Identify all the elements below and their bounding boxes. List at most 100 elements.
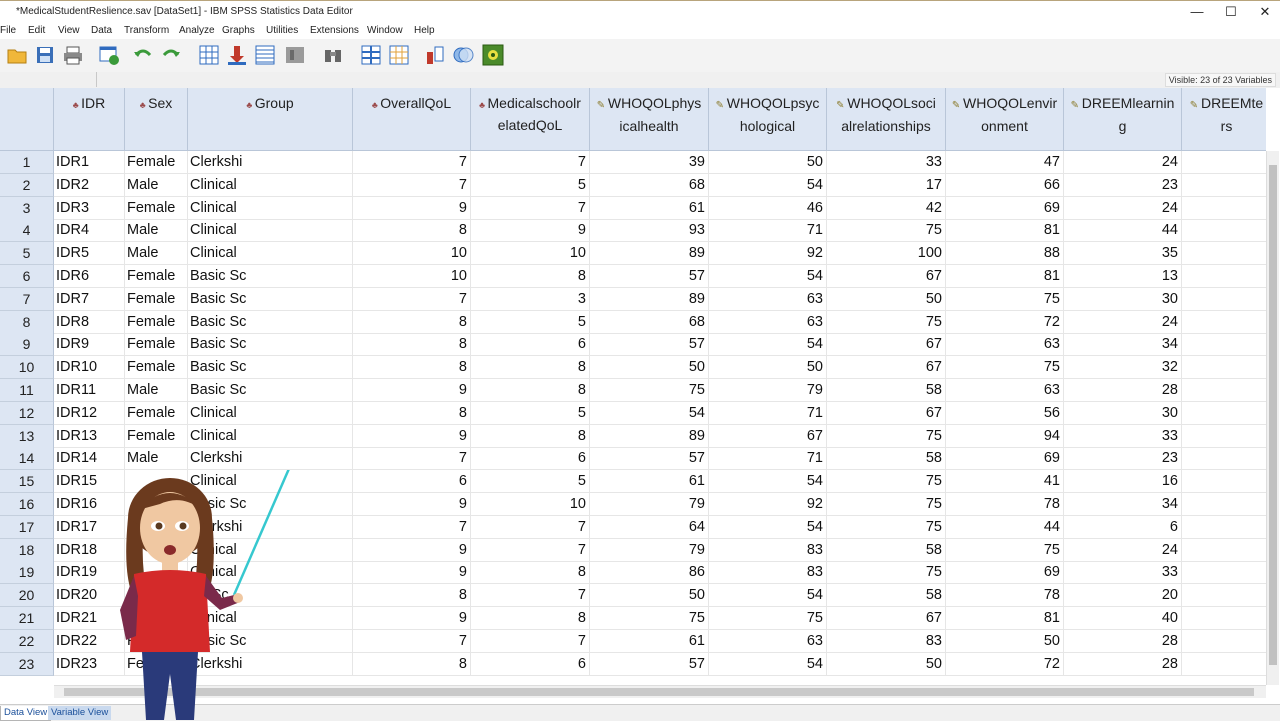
table-cell[interactable]: 67 <box>827 265 946 288</box>
table-cell[interactable]: 33 <box>827 151 946 174</box>
column-header-whoqolpsychological[interactable]: ✎ WHOQOLpsyc hological <box>709 88 827 151</box>
table-cell[interactable]: Female <box>125 287 188 311</box>
table-cell[interactable]: 100 <box>827 242 946 266</box>
table-cell[interactable]: Male <box>125 173 188 197</box>
table-cell[interactable]: 30 <box>1064 287 1182 311</box>
table-cell[interactable]: 40 <box>1064 607 1182 630</box>
table-cell[interactable]: 75 <box>827 493 946 516</box>
table-cell[interactable]: 5 <box>471 401 590 425</box>
table-cell[interactable]: 39 <box>590 151 709 174</box>
table-cell[interactable]: 7 <box>471 196 590 220</box>
table-cell[interactable]: 79 <box>590 493 709 516</box>
menu-help[interactable]: Help <box>414 25 435 36</box>
table-cell[interactable]: IDR17 <box>54 515 125 539</box>
table-cell[interactable]: 28 <box>1064 379 1182 402</box>
table-cell[interactable]: Male <box>125 447 188 471</box>
table-cell[interactable]: 75 <box>827 515 946 539</box>
table-cell[interactable]: 63 <box>946 379 1064 402</box>
table-cell[interactable]: 50 <box>709 151 827 174</box>
table-cell[interactable]: 75 <box>827 424 946 448</box>
table-cell[interactable]: 54 <box>709 652 827 676</box>
table-cell[interactable]: 7 <box>471 538 590 562</box>
table-cell[interactable]: sic Sc <box>188 584 353 608</box>
table-cell[interactable]: 68 <box>590 310 709 334</box>
column-header-idr[interactable]: ♣ IDR <box>54 88 125 151</box>
table-cell[interactable]: Clerkshi <box>188 652 353 676</box>
table-cell[interactable]: 8 <box>353 310 471 334</box>
table-cell[interactable]: 50 <box>590 584 709 608</box>
table-cell[interactable]: Basic Sc <box>188 310 353 334</box>
table-cell[interactable] <box>1182 653 1266 676</box>
table-cell[interactable] <box>1182 265 1266 288</box>
table-cell[interactable]: 66 <box>946 173 1064 197</box>
row-number[interactable]: 10 <box>0 356 54 380</box>
table-cell[interactable] <box>1182 151 1266 174</box>
table-cell[interactable]: 44 <box>946 515 1064 539</box>
table-cell[interactable]: Female <box>125 424 188 448</box>
table-cell[interactable]: 58 <box>827 379 946 402</box>
row-number[interactable]: 21 <box>0 607 54 630</box>
table-cell[interactable]: 7 <box>471 584 590 608</box>
table-cell[interactable]: 54 <box>709 584 827 608</box>
table-cell[interactable]: 75 <box>827 470 946 494</box>
table-cell[interactable]: 10 <box>471 242 590 266</box>
table-cell[interactable]: 6 <box>471 333 590 357</box>
table-cell[interactable] <box>125 538 188 562</box>
table-cell[interactable]: 24 <box>1064 538 1182 562</box>
table-cell[interactable]: 16 <box>1064 470 1182 494</box>
table-cell[interactable]: 78 <box>946 584 1064 608</box>
table-cell[interactable]: 7 <box>471 629 590 653</box>
table-cell[interactable]: Clinical <box>188 607 353 630</box>
table-cell[interactable]: 78 <box>946 493 1064 516</box>
table-cell[interactable]: 23 <box>1064 447 1182 471</box>
table-cell[interactable]: IDR8 <box>54 310 125 334</box>
table-cell[interactable]: 8 <box>471 356 590 380</box>
value-labels-icon[interactable] <box>424 44 446 66</box>
table-cell[interactable]: IDR23 <box>54 652 125 676</box>
table-cell[interactable]: 81 <box>946 607 1064 630</box>
row-number[interactable]: 6 <box>0 265 54 288</box>
column-header-group[interactable]: ♣ Group <box>188 88 353 151</box>
table-cell[interactable]: 75 <box>827 310 946 334</box>
print-icon[interactable] <box>62 44 84 66</box>
table-cell[interactable]: 54 <box>709 173 827 197</box>
table-cell[interactable] <box>125 493 188 516</box>
table-cell[interactable]: 72 <box>946 310 1064 334</box>
table-cell[interactable]: Female <box>125 196 188 220</box>
table-cell[interactable]: 93 <box>590 219 709 243</box>
table-cell[interactable]: Female <box>125 310 188 334</box>
table-cell[interactable]: 7 <box>353 173 471 197</box>
row-number[interactable]: 18 <box>0 538 54 562</box>
table-cell[interactable]: Basic Sc <box>188 629 353 653</box>
table-cell[interactable]: 8 <box>471 424 590 448</box>
table-cell[interactable]: 9 <box>353 538 471 562</box>
row-number[interactable]: 15 <box>0 470 54 494</box>
table-cell[interactable]: 63 <box>709 287 827 311</box>
table-cell[interactable]: 67 <box>827 401 946 425</box>
row-number[interactable]: 2 <box>0 173 54 197</box>
table-cell[interactable] <box>1182 333 1266 357</box>
table-cell[interactable] <box>1182 539 1266 562</box>
table-cell[interactable]: IDR18 <box>54 538 125 562</box>
vertical-scroll-thumb[interactable] <box>1269 165 1277 665</box>
table-cell[interactable]: 50 <box>709 356 827 380</box>
table-cell[interactable]: 50 <box>827 287 946 311</box>
table-cell[interactable]: 13 <box>1064 265 1182 288</box>
table-cell[interactable]: Clinical <box>188 242 353 266</box>
table-cell[interactable]: 71 <box>709 447 827 471</box>
row-number[interactable]: 4 <box>0 219 54 243</box>
table-cell[interactable]: 50 <box>590 356 709 380</box>
find-icon[interactable] <box>322 44 344 66</box>
table-cell[interactable]: Female <box>125 356 188 380</box>
table-cell[interactable]: Clinical <box>188 538 353 562</box>
save-icon[interactable] <box>34 44 56 66</box>
table-cell[interactable]: 92 <box>709 242 827 266</box>
table-cell[interactable]: 69 <box>946 561 1064 585</box>
table-cell[interactable]: Basic Sc <box>188 493 353 516</box>
table-cell[interactable] <box>1182 630 1266 653</box>
table-cell[interactable]: IDR7 <box>54 287 125 311</box>
table-cell[interactable]: 35 <box>1064 242 1182 266</box>
table-cell[interactable]: IDR1 <box>54 151 125 174</box>
table-cell[interactable]: 8 <box>353 219 471 243</box>
variables-icon[interactable] <box>254 44 276 66</box>
